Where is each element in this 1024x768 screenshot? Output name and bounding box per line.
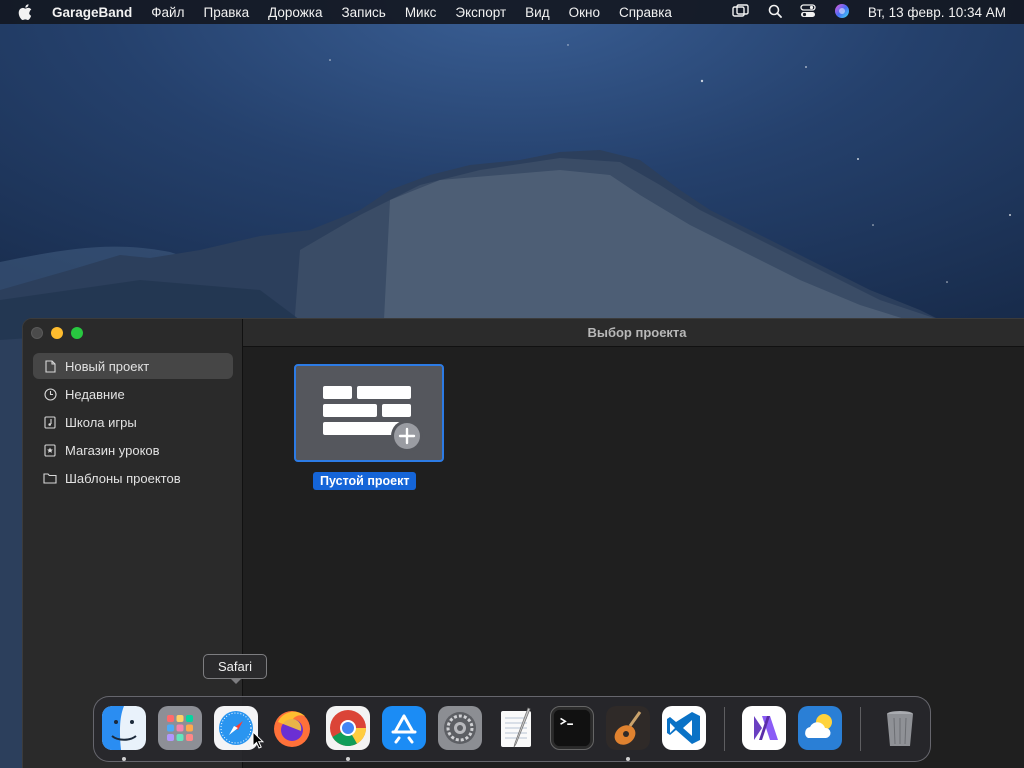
running-indicator	[626, 757, 630, 761]
folder-icon	[43, 471, 57, 485]
trash-icon[interactable]	[878, 706, 922, 750]
textedit-icon[interactable]	[494, 706, 538, 750]
sidebar-item-recent[interactable]: Недавние	[33, 381, 233, 407]
star-icon	[43, 443, 57, 457]
apple-icon[interactable]	[18, 4, 36, 20]
running-indicator	[346, 757, 350, 761]
sidebar-item-learn-to-play[interactable]: Школа игры	[33, 409, 233, 435]
menu-mix[interactable]: Микс	[405, 5, 437, 20]
window-title-bar: Выбор проекта	[243, 319, 1024, 347]
menu-app-name[interactable]: GarageBand	[52, 5, 132, 20]
menu-window[interactable]: Окно	[569, 5, 600, 20]
dock-tooltip-text: Safari	[218, 659, 252, 674]
close-button[interactable]	[31, 327, 43, 339]
firefox-icon[interactable]	[270, 706, 314, 750]
sidebar-list: Новый проект Недавние Школа игры Магазин…	[33, 353, 233, 493]
system-preferences-icon[interactable]	[438, 706, 482, 750]
empty-project-label[interactable]: Пустой проект	[313, 472, 417, 490]
clock-icon	[43, 387, 57, 401]
sidebar-item-label: Недавние	[65, 386, 125, 402]
garageband-icon[interactable]	[606, 706, 650, 750]
control-center-icon[interactable]	[800, 3, 816, 21]
terminal-icon[interactable]	[550, 706, 594, 750]
empty-project-tile[interactable]	[294, 364, 444, 462]
menu-record[interactable]: Запись	[342, 5, 386, 20]
document-icon	[43, 359, 57, 373]
menu-help[interactable]: Справка	[619, 5, 672, 20]
sidebar-item-label: Новый проект	[65, 358, 150, 374]
sidebar-item-lesson-store[interactable]: Магазин уроков	[33, 437, 233, 463]
window-title: Выбор проекта	[587, 325, 687, 340]
dock	[93, 696, 931, 762]
app-store-icon[interactable]	[382, 706, 426, 750]
menu-bar: GarageBand Файл Правка Дорожка Запись Ми…	[0, 0, 1024, 24]
mouse-pointer-icon	[252, 730, 265, 754]
music-note-icon	[43, 415, 57, 429]
weather-icon[interactable]	[798, 706, 842, 750]
vscode-icon[interactable]	[662, 706, 706, 750]
sidebar-item-new-project[interactable]: Новый проект	[33, 353, 233, 379]
menu-file[interactable]: Файл	[151, 5, 184, 20]
sidebar-item-project-templates[interactable]: Шаблоны проектов	[33, 465, 233, 491]
zoom-button[interactable]	[71, 327, 83, 339]
running-indicator	[122, 757, 126, 761]
dock-separator	[860, 707, 861, 751]
window-controls	[31, 327, 83, 339]
chrome-icon[interactable]	[326, 706, 370, 750]
screen-mirroring-icon[interactable]	[732, 3, 750, 21]
visual-studio-icon[interactable]	[742, 706, 786, 750]
finder-icon[interactable]	[102, 706, 146, 750]
dock-separator	[724, 707, 725, 751]
sidebar-item-label: Шаблоны проектов	[65, 470, 181, 486]
menu-view[interactable]: Вид	[525, 5, 549, 20]
minimize-button[interactable]	[51, 327, 63, 339]
siri-icon[interactable]	[834, 3, 850, 22]
menu-export[interactable]: Экспорт	[455, 5, 506, 20]
launchpad-icon[interactable]	[158, 706, 202, 750]
sidebar-item-label: Магазин уроков	[65, 442, 160, 458]
menu-clock[interactable]: Вт, 13 февр. 10:34 AM	[868, 5, 1006, 20]
dock-tooltip: Safari	[203, 654, 267, 684]
menu-edit[interactable]: Правка	[203, 5, 249, 20]
search-icon[interactable]	[768, 4, 782, 21]
menu-track[interactable]: Дорожка	[268, 5, 322, 20]
sidebar-item-label: Школа игры	[65, 414, 137, 430]
